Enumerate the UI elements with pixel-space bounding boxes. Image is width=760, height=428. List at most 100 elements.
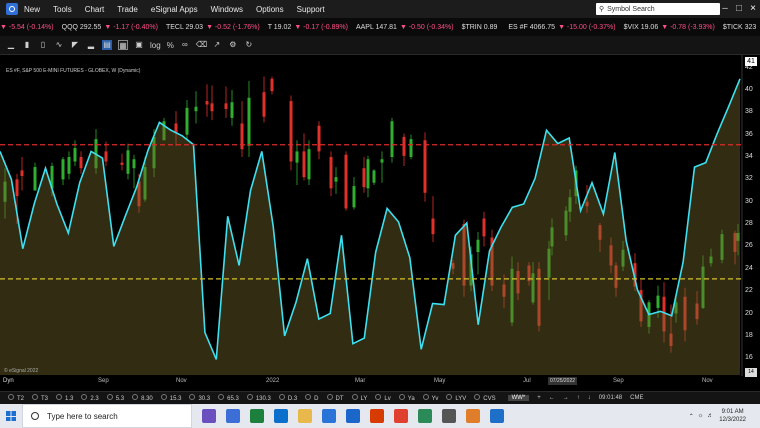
interval-option[interactable]: 30.3 [189,394,210,402]
mail-icon[interactable] [346,409,360,423]
ticker-item[interactable]: $TICK 323 [723,24,759,31]
menu-chart[interactable]: Chart [85,5,105,14]
menu-trade[interactable]: Trade [117,5,138,14]
menu-windows[interactable]: Windows [211,5,243,14]
interval-label: T3 [41,396,49,402]
store-icon[interactable] [322,409,336,423]
link-icon[interactable]: ∞ [180,40,190,50]
start-button[interactable] [0,404,22,428]
ticker-symbol: T 19.02 [267,23,292,31]
chart-type-selected-icon[interactable]: ▤ [102,40,112,50]
interval-option[interactable]: LYV [446,394,466,402]
ticker-bar: ▼ -5.54 (-0.14%) QQQ 292.55 ▼ -1.17 (-0.40… [0,18,760,36]
edge-icon[interactable] [274,409,288,423]
interval-radio-icon [246,394,253,400]
interval-option[interactable]: DT [326,394,344,402]
zoom-icon[interactable]: ▣ [134,40,144,50]
esignal-taskbar-icon[interactable] [490,409,504,423]
office-icon[interactable] [370,409,384,423]
interval-option[interactable]: T2 [8,394,24,402]
interval-option[interactable]: 1.3 [56,394,73,402]
task-view-icon[interactable] [226,409,240,423]
interval-option[interactable]: 130.3 [246,394,271,402]
clock-date: 12/3/2022 [719,417,746,423]
area-chart-icon[interactable]: ◤ [70,40,80,50]
exchange-mode: CME [630,395,644,401]
ticker-item[interactable]: ▼ -5.54 (-0.14%) [0,24,54,31]
candle-body [20,170,24,177]
taskbar-search[interactable]: Type here to search [22,404,192,428]
interval-label: LY [360,396,368,402]
interval-label: DT [335,396,344,402]
menu-options[interactable]: Options [256,5,284,14]
log-scale-toggle[interactable]: log [150,41,161,50]
interval-option[interactable]: CVS [474,394,496,402]
tray-chevron-icon[interactable]: ⌃ [689,413,694,420]
interval-radio-icon [32,394,39,400]
network-icon[interactable]: ☼ [698,413,704,419]
interval-option[interactable]: Yv [422,394,438,402]
dyn-label[interactable]: Dyn [3,378,14,384]
ticker-item[interactable]: QQQ 292.55 ▼ -1.17 (-0.40%) [62,24,158,31]
file-explorer-icon[interactable] [298,409,312,423]
ticker-change: ▼ -0.52 (-1.76%) [206,23,260,31]
interval-label: 1.3 [65,396,74,402]
clock[interactable]: 9:01 AM 12/3/2022 [719,408,746,424]
price-chart[interactable] [0,55,760,391]
ticker-symbol: AAPL 147.81 [355,23,397,31]
interval-option[interactable]: 15.3 [160,394,181,402]
ww-tab[interactable]: WW* [507,395,530,401]
windows-taskbar: Type here to search [0,404,760,428]
arrow-left-icon[interactable]: ← [549,395,555,401]
price-tick-label: 32 [745,175,753,183]
plus-icon[interactable]: + [537,395,541,401]
cortana-icon[interactable] [202,409,216,423]
volume-icon[interactable]: ♬ [707,413,713,419]
volume-icon[interactable]: ▂ [86,40,96,50]
menu-support[interactable]: Support [297,5,325,14]
grid-icon[interactable]: ▦ [118,40,128,50]
interval-option[interactable]: 65.3 [218,394,239,402]
interval-option[interactable]: LY [351,394,368,402]
ticker-item[interactable]: $VIX 19.06 ▼ -0.78 (-3.93%) [624,24,715,31]
ticker-item[interactable]: T 19.02 ▼ -0.17 (-0.89%) [268,24,348,31]
minimize-icon[interactable]: – [718,0,732,18]
interval-option[interactable]: T3 [32,394,48,402]
menu-esignal-apps[interactable]: eSignal Apps [151,5,198,14]
candlestick-icon[interactable]: ▮ [22,40,32,50]
symbol-search-input[interactable]: ⚲ Symbol Search [596,3,720,15]
hollow-candle-icon[interactable]: ▯ [38,40,48,50]
widgets-icon[interactable] [250,409,264,423]
teams-icon[interactable] [418,409,432,423]
interval-option[interactable]: 2.3 [81,394,99,402]
line-chart-icon[interactable]: ∿ [54,40,64,50]
arrow-right-icon[interactable]: → [563,395,569,401]
ticker-item[interactable]: $TRIN 0.89 [462,24,501,31]
maximize-icon[interactable]: □ [732,0,746,18]
chrome-icon[interactable] [394,409,408,423]
menu-new[interactable]: New [24,5,40,14]
arrow-icon[interactable]: ↗ [212,40,222,50]
ticker-item[interactable]: ES #F 4066.75 ▼ -15.00 (-0.37%) [508,24,615,31]
settings-icon[interactable]: ⚙ [228,40,238,50]
interval-radio-icon [398,394,405,400]
candle-body [15,179,19,197]
ticker-item[interactable]: AAPL 147.81 ▼ -0.50 (-0.34%) [356,24,454,31]
interval-option[interactable]: 8.30 [132,394,153,402]
close-icon[interactable]: × [746,0,760,18]
arrow-up-icon[interactable]: ↑ [577,395,580,401]
explorer-icon[interactable] [442,409,456,423]
firefox-icon[interactable] [466,409,480,423]
interval-option[interactable]: D.3 [278,394,297,402]
menu-tools[interactable]: Tools [53,5,72,14]
arrow-down-icon[interactable]: ↓ [588,395,591,401]
interval-option[interactable]: D [305,394,319,402]
interval-option[interactable]: 5.3 [106,394,124,402]
interval-option[interactable]: Lv [375,394,391,402]
interval-option[interactable]: Ya [398,394,415,402]
eraser-icon[interactable]: ⌫ [196,40,207,50]
percent-scale-toggle[interactable]: % [167,41,174,50]
bar-chart-icon[interactable]: ▁ [6,40,16,50]
refresh-icon[interactable]: ↻ [244,40,254,50]
ticker-item[interactable]: TECL 29.03 ▼ -0.52 (-1.76%) [166,24,260,31]
